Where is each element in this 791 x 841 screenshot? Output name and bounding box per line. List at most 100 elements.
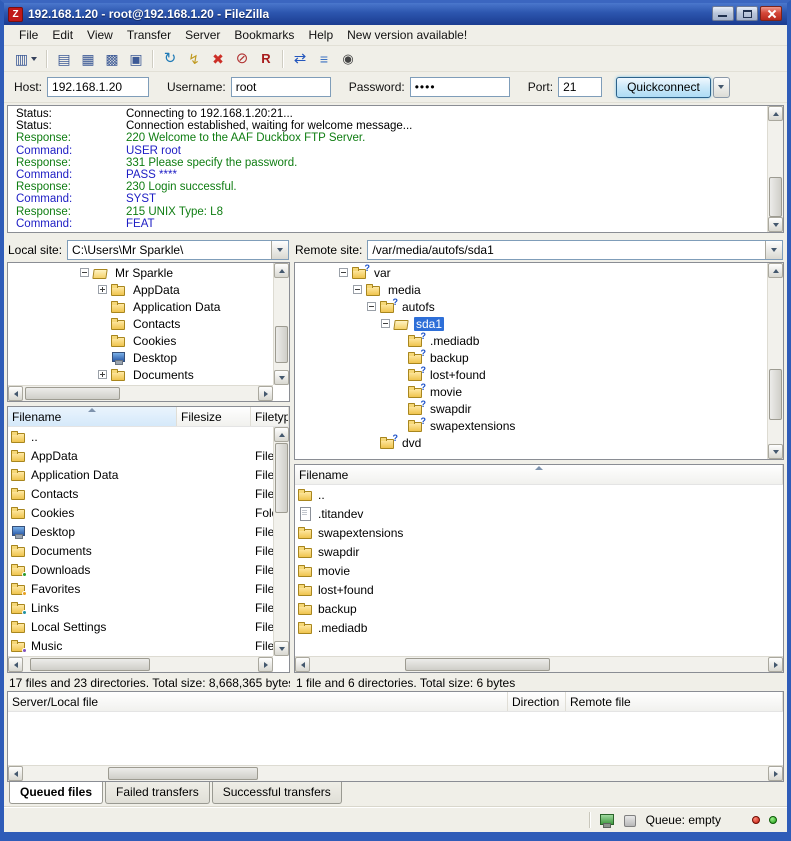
column-header-filename[interactable]: Filename [8,407,177,426]
tree-item-swapextensions[interactable]: ?swapextensions [295,417,767,434]
tree-item-application-data[interactable]: Application Data [8,298,273,315]
remote-file-row-swapextensions[interactable]: swapextensions [295,523,783,542]
tree-item-contacts[interactable]: Contacts [8,315,273,332]
scroll-left-button[interactable] [8,766,23,781]
tree-item-var[interactable]: ?var [295,264,767,281]
scroll-right-button[interactable] [768,657,783,672]
close-button[interactable] [760,6,782,21]
find-files-button[interactable]: ◉ [336,48,360,70]
scroll-left-button[interactable] [8,657,23,672]
menu-item-help[interactable]: Help [301,26,340,44]
toggle-remote-tree-button[interactable]: ▩ [100,48,124,70]
tree-item-movie[interactable]: ?movie [295,383,767,400]
reconnect-button[interactable]: R [254,48,278,70]
remote-list-horizontal-scrollbar[interactable] [295,656,783,672]
column-header-filesize[interactable]: Filesize [177,407,251,426]
tree-item-lost-found[interactable]: ?lost+found [295,366,767,383]
tree-item-autofs[interactable]: ?autofs [295,298,767,315]
remote-file-row-mediadb[interactable]: .mediadb [295,618,783,637]
remote-site-combo[interactable]: /var/media/autofs/sda1 [367,240,783,260]
toggle-transfer-queue-button[interactable]: ▣ [124,48,148,70]
scroll-thumb[interactable] [275,443,288,513]
local-file-row-contacts[interactable]: ContactsFile Folder [8,484,273,503]
scroll-down-button[interactable] [274,370,289,385]
local-file-row-desktop[interactable]: DesktopFile [8,522,273,541]
collapse-icon[interactable] [381,319,390,328]
local-file-row-favorites[interactable]: FavoritesFile Folder [8,579,273,598]
collapse-icon[interactable] [80,268,89,277]
password-input[interactable] [410,77,510,97]
column-header-direction[interactable]: Direction [508,692,566,711]
log-vertical-scrollbar[interactable] [767,106,783,232]
scroll-right-button[interactable] [768,766,783,781]
menu-item-new-version-available[interactable]: New version available! [340,26,474,44]
scroll-down-button[interactable] [768,217,783,232]
expand-icon[interactable] [98,370,107,379]
scroll-up-button[interactable] [274,427,289,442]
tree-item-backup[interactable]: ?backup [295,349,767,366]
port-input[interactable] [558,77,602,97]
menu-item-edit[interactable]: Edit [45,26,80,44]
username-input[interactable] [231,77,331,97]
scroll-left-button[interactable] [295,657,310,672]
tab-failed-transfers[interactable]: Failed transfers [105,782,210,804]
scroll-right-button[interactable] [258,657,273,672]
remote-file-row-movie[interactable]: movie [295,561,783,580]
minimize-button[interactable] [712,6,734,21]
scroll-thumb[interactable] [405,658,550,671]
tree-item-desktop[interactable]: Desktop [8,349,273,366]
local-file-row-downloads[interactable]: DownloadsFile Folder [8,560,273,579]
maximize-button[interactable] [736,6,758,21]
local-list-vertical-scrollbar[interactable] [273,427,289,656]
local-file-row-application-data[interactable]: Application DataFile Folder [8,465,273,484]
tab-successful-transfers[interactable]: Successful transfers [212,782,342,804]
expand-icon[interactable] [98,285,107,294]
scroll-thumb[interactable] [108,767,258,780]
scroll-down-button[interactable] [274,641,289,656]
local-file-row-appdata[interactable]: AppDataFile Folder [8,446,273,465]
menu-item-bookmarks[interactable]: Bookmarks [227,26,301,44]
tree-item-appdata[interactable]: AppData [8,281,273,298]
remote-file-row-titandev[interactable]: .titandev [295,504,783,523]
scroll-thumb[interactable] [275,326,288,363]
tree-item-mediadb[interactable]: ?.mediadb [295,332,767,349]
remote-file-row-swapdir[interactable]: swapdir [295,542,783,561]
toggle-message-log-button[interactable]: ▤ [52,48,76,70]
tab-queued-files[interactable]: Queued files [9,781,103,804]
remote-file-row-lost-found[interactable]: lost+found [295,580,783,599]
collapse-icon[interactable] [353,285,362,294]
cancel-button[interactable]: ✖ [206,48,230,70]
column-header-server-local-file[interactable]: Server/Local file [8,692,508,711]
scroll-thumb[interactable] [769,177,782,217]
menu-item-file[interactable]: File [12,26,45,44]
host-input[interactable] [47,77,149,97]
menu-item-server[interactable]: Server [178,26,227,44]
site-manager-button[interactable]: ▥ [10,48,42,70]
local-site-dropdown-button[interactable] [271,241,288,259]
local-file-row-links[interactable]: LinksFile Folder [8,598,273,617]
local-site-combo[interactable]: C:\Users\Mr Sparkle\ [67,240,289,260]
remote-site-dropdown-button[interactable] [765,241,782,259]
title-bar[interactable]: Z 192.168.1.20 - root@192.168.1.20 - Fil… [4,3,787,25]
column-header-remote-file[interactable]: Remote file [566,692,783,711]
quickconnect-dropdown-button[interactable] [713,77,730,98]
tree-item-sda1[interactable]: sda1 [295,315,767,332]
queue-horizontal-scrollbar[interactable] [8,765,783,781]
local-file-row-local-settings[interactable]: Local SettingsFile Folder [8,617,273,636]
collapse-icon[interactable] [367,302,376,311]
refresh-button[interactable]: ↻ [158,48,182,70]
local-file-row-documents[interactable]: DocumentsFile Folder [8,541,273,560]
scroll-thumb[interactable] [25,387,120,400]
tree-item-swapdir[interactable]: ?swapdir [295,400,767,417]
tree-item-media[interactable]: media [295,281,767,298]
scroll-up-button[interactable] [768,263,783,278]
scroll-right-button[interactable] [258,386,273,401]
scroll-thumb[interactable] [30,658,150,671]
remote-file-row-backup[interactable]: backup [295,599,783,618]
toggle-local-tree-button[interactable]: ▦ [76,48,100,70]
directory-comparison-button[interactable]: ⇄ [288,48,312,70]
tree-item-mr-sparkle[interactable]: Mr Sparkle [8,264,273,281]
disconnect-button[interactable]: ⊘ [230,48,254,70]
scroll-left-button[interactable] [8,386,23,401]
menu-item-transfer[interactable]: Transfer [120,26,178,44]
